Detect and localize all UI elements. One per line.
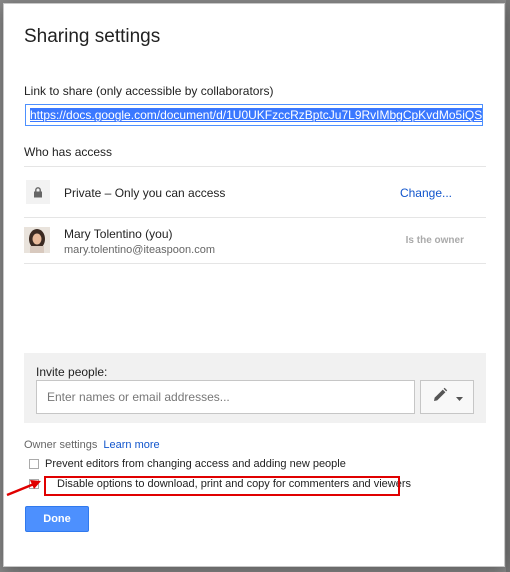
link-share-label: Link to share (only accessible by collab… <box>24 84 274 98</box>
share-link-url[interactable]: https://docs.google.com/document/d/1U0UK… <box>30 108 482 122</box>
prevent-editors-label: Prevent editors from changing access and… <box>45 458 346 470</box>
owner-settings-header: Owner settings Learn more <box>24 439 160 451</box>
divider <box>24 217 486 218</box>
dropdown-arrow-icon <box>455 388 463 406</box>
invite-people-input[interactable] <box>36 380 415 414</box>
who-has-access-label: Who has access <box>24 145 113 159</box>
sharing-settings-dialog: Sharing settings Link to share (only acc… <box>3 3 505 567</box>
learn-more-link[interactable]: Learn more <box>103 439 159 451</box>
share-link-field[interactable]: https://docs.google.com/document/d/1U0UK… <box>25 104 483 126</box>
red-arrow-icon <box>6 479 42 502</box>
invite-section: Invite people: <box>24 353 486 423</box>
background-page-edge <box>506 0 510 572</box>
divider <box>24 263 486 264</box>
permission-dropdown-button[interactable] <box>420 380 474 414</box>
invite-label: Invite people: <box>36 365 108 379</box>
user-row: Mary Tolentino (you) mary.tolentino@itea… <box>24 227 486 257</box>
access-description: Private – Only you can access <box>64 186 226 200</box>
lock-icon <box>26 180 50 204</box>
owner-role-label: Is the owner <box>405 235 464 246</box>
owner-settings-label: Owner settings <box>24 439 98 451</box>
user-email: mary.tolentino@iteaspoon.com <box>64 244 215 256</box>
dialog-title: Sharing settings <box>24 26 161 47</box>
user-name: Mary Tolentino (you) <box>64 227 173 241</box>
avatar <box>24 227 50 253</box>
divider <box>24 166 486 167</box>
access-row: Private – Only you can access Change... <box>24 180 486 204</box>
prevent-editors-checkbox[interactable] <box>29 459 39 469</box>
prevent-editors-option[interactable]: Prevent editors from changing access and… <box>29 458 346 470</box>
change-access-link[interactable]: Change... <box>400 186 452 200</box>
pencil-icon <box>432 387 448 408</box>
highlight-box <box>44 476 400 496</box>
done-button[interactable]: Done <box>25 506 89 532</box>
